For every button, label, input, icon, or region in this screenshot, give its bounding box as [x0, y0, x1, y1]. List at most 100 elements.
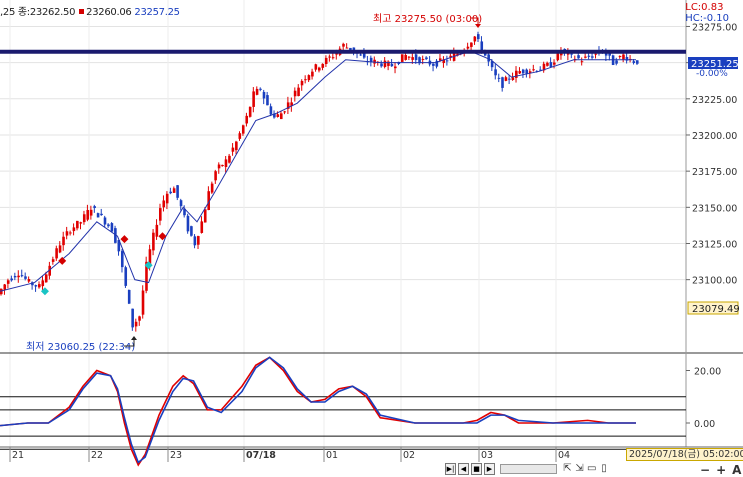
zoom-fit-icon[interactable]: ⇱: [563, 463, 572, 474]
candle-down: [169, 191, 172, 194]
candle-up: [155, 224, 159, 237]
lc-value: LC:0.83: [685, 2, 724, 13]
candle-up: [6, 280, 10, 284]
candle-up: [152, 232, 155, 251]
candle-down: [390, 63, 394, 67]
time-tick-label: 01: [326, 450, 338, 461]
price-tick-label: 23225.00: [692, 95, 737, 106]
candle-up: [58, 245, 62, 253]
stop-button[interactable]: ■: [471, 463, 482, 475]
candle-down: [636, 60, 639, 64]
candle-up: [314, 64, 318, 70]
candle-up: [580, 61, 584, 63]
price-tick-label: 23275.00: [692, 22, 737, 33]
candle-up: [228, 155, 231, 163]
candle-up: [86, 210, 90, 220]
candle-up: [421, 58, 425, 60]
cursor-datetime-box: 2025/07/18(금) 05:02:00: [626, 448, 743, 461]
time-tick-label: 23: [170, 450, 182, 461]
candle-up: [321, 63, 325, 68]
low-marker-label: 23079.49: [692, 304, 740, 315]
price-tick-label: 23200.00: [692, 131, 737, 142]
signal-marker-sell: [58, 256, 67, 265]
candle-up: [235, 141, 238, 151]
low-annotation: 최저 23060.25 (22:34): [26, 341, 135, 353]
candle-up: [553, 62, 556, 65]
candle-up: [473, 36, 477, 42]
candle-up: [203, 209, 207, 223]
play-button[interactable]: ▶: [484, 463, 495, 475]
candle-up: [328, 56, 331, 58]
candle-up: [65, 231, 69, 236]
scroll-end-button[interactable]: ◀: [458, 463, 469, 475]
candle-up: [594, 53, 598, 55]
zoom-restore-icon[interactable]: ⇲: [575, 463, 584, 474]
candle-down: [549, 62, 553, 68]
candle-down: [190, 226, 193, 236]
hc-value: HC:-0.10: [685, 13, 729, 24]
time-tick-label: 04: [558, 450, 570, 461]
zoom-height-icon[interactable]: ▯: [599, 463, 608, 474]
candle-down: [13, 276, 17, 278]
candle-up: [470, 42, 473, 47]
navigation-controls: ▶| ◀ ■ ▶: [445, 463, 560, 475]
time-tick-label: 22: [91, 450, 103, 461]
candle-up: [546, 62, 549, 66]
candle-down: [110, 223, 114, 232]
candle-down: [591, 56, 594, 58]
candle-up: [318, 67, 321, 71]
candle-up: [618, 55, 622, 57]
candle-down: [432, 63, 435, 66]
candle-up: [283, 111, 287, 113]
candle-down: [24, 276, 27, 279]
candle-down: [193, 236, 197, 246]
candle-up: [245, 115, 249, 124]
zoom-out-button[interactable]: −: [700, 463, 710, 477]
zoom-width-icon[interactable]: ▭: [587, 463, 596, 474]
candle-up: [3, 284, 7, 290]
candle-down: [127, 289, 131, 304]
price-tick-label: 23100.00: [692, 276, 737, 287]
candle-up: [383, 60, 387, 67]
candle-series: [0, 31, 639, 332]
candle-down: [176, 185, 179, 198]
candle-down: [269, 106, 273, 115]
low-arrow-head: [131, 336, 137, 340]
candle-up: [231, 147, 235, 152]
horizontal-scrollbar[interactable]: [500, 464, 557, 474]
candle-up: [411, 57, 414, 60]
candle-down: [508, 78, 511, 80]
candle-up: [44, 274, 48, 283]
candle-down: [369, 57, 373, 62]
candle-up: [165, 193, 169, 204]
candle-down: [494, 69, 497, 76]
candle-up: [38, 284, 41, 288]
main-price-grid: [0, 0, 686, 447]
candle-up: [27, 279, 31, 282]
lc-hc-legend: LC:0.83 HC:-0.10: [685, 2, 729, 24]
price-tick-label: 23175.00: [692, 167, 737, 178]
candle-up: [51, 259, 55, 262]
candle-up: [210, 183, 214, 193]
candle-up: [224, 159, 228, 168]
candle-up: [172, 188, 176, 193]
time-tick-label: 21: [12, 450, 24, 461]
signal-marker-sell: [120, 235, 129, 244]
info-sub-value: 23260.06: [86, 7, 132, 18]
candle-down: [615, 60, 618, 64]
scale-button[interactable]: A: [732, 463, 741, 477]
candle-up: [466, 46, 470, 49]
candle-up: [307, 75, 311, 81]
candle-up: [407, 56, 411, 58]
candle-down: [359, 54, 363, 56]
candle-down: [480, 41, 484, 51]
candle-down: [570, 53, 573, 55]
candle-up: [300, 80, 304, 86]
zoom-in-button[interactable]: +: [716, 463, 726, 477]
candle-up: [89, 209, 93, 216]
scroll-start-button[interactable]: ▶|: [445, 463, 456, 475]
candle-up: [82, 214, 86, 223]
candle-down: [425, 57, 428, 60]
candle-up: [200, 221, 204, 233]
candle-down: [414, 54, 418, 61]
